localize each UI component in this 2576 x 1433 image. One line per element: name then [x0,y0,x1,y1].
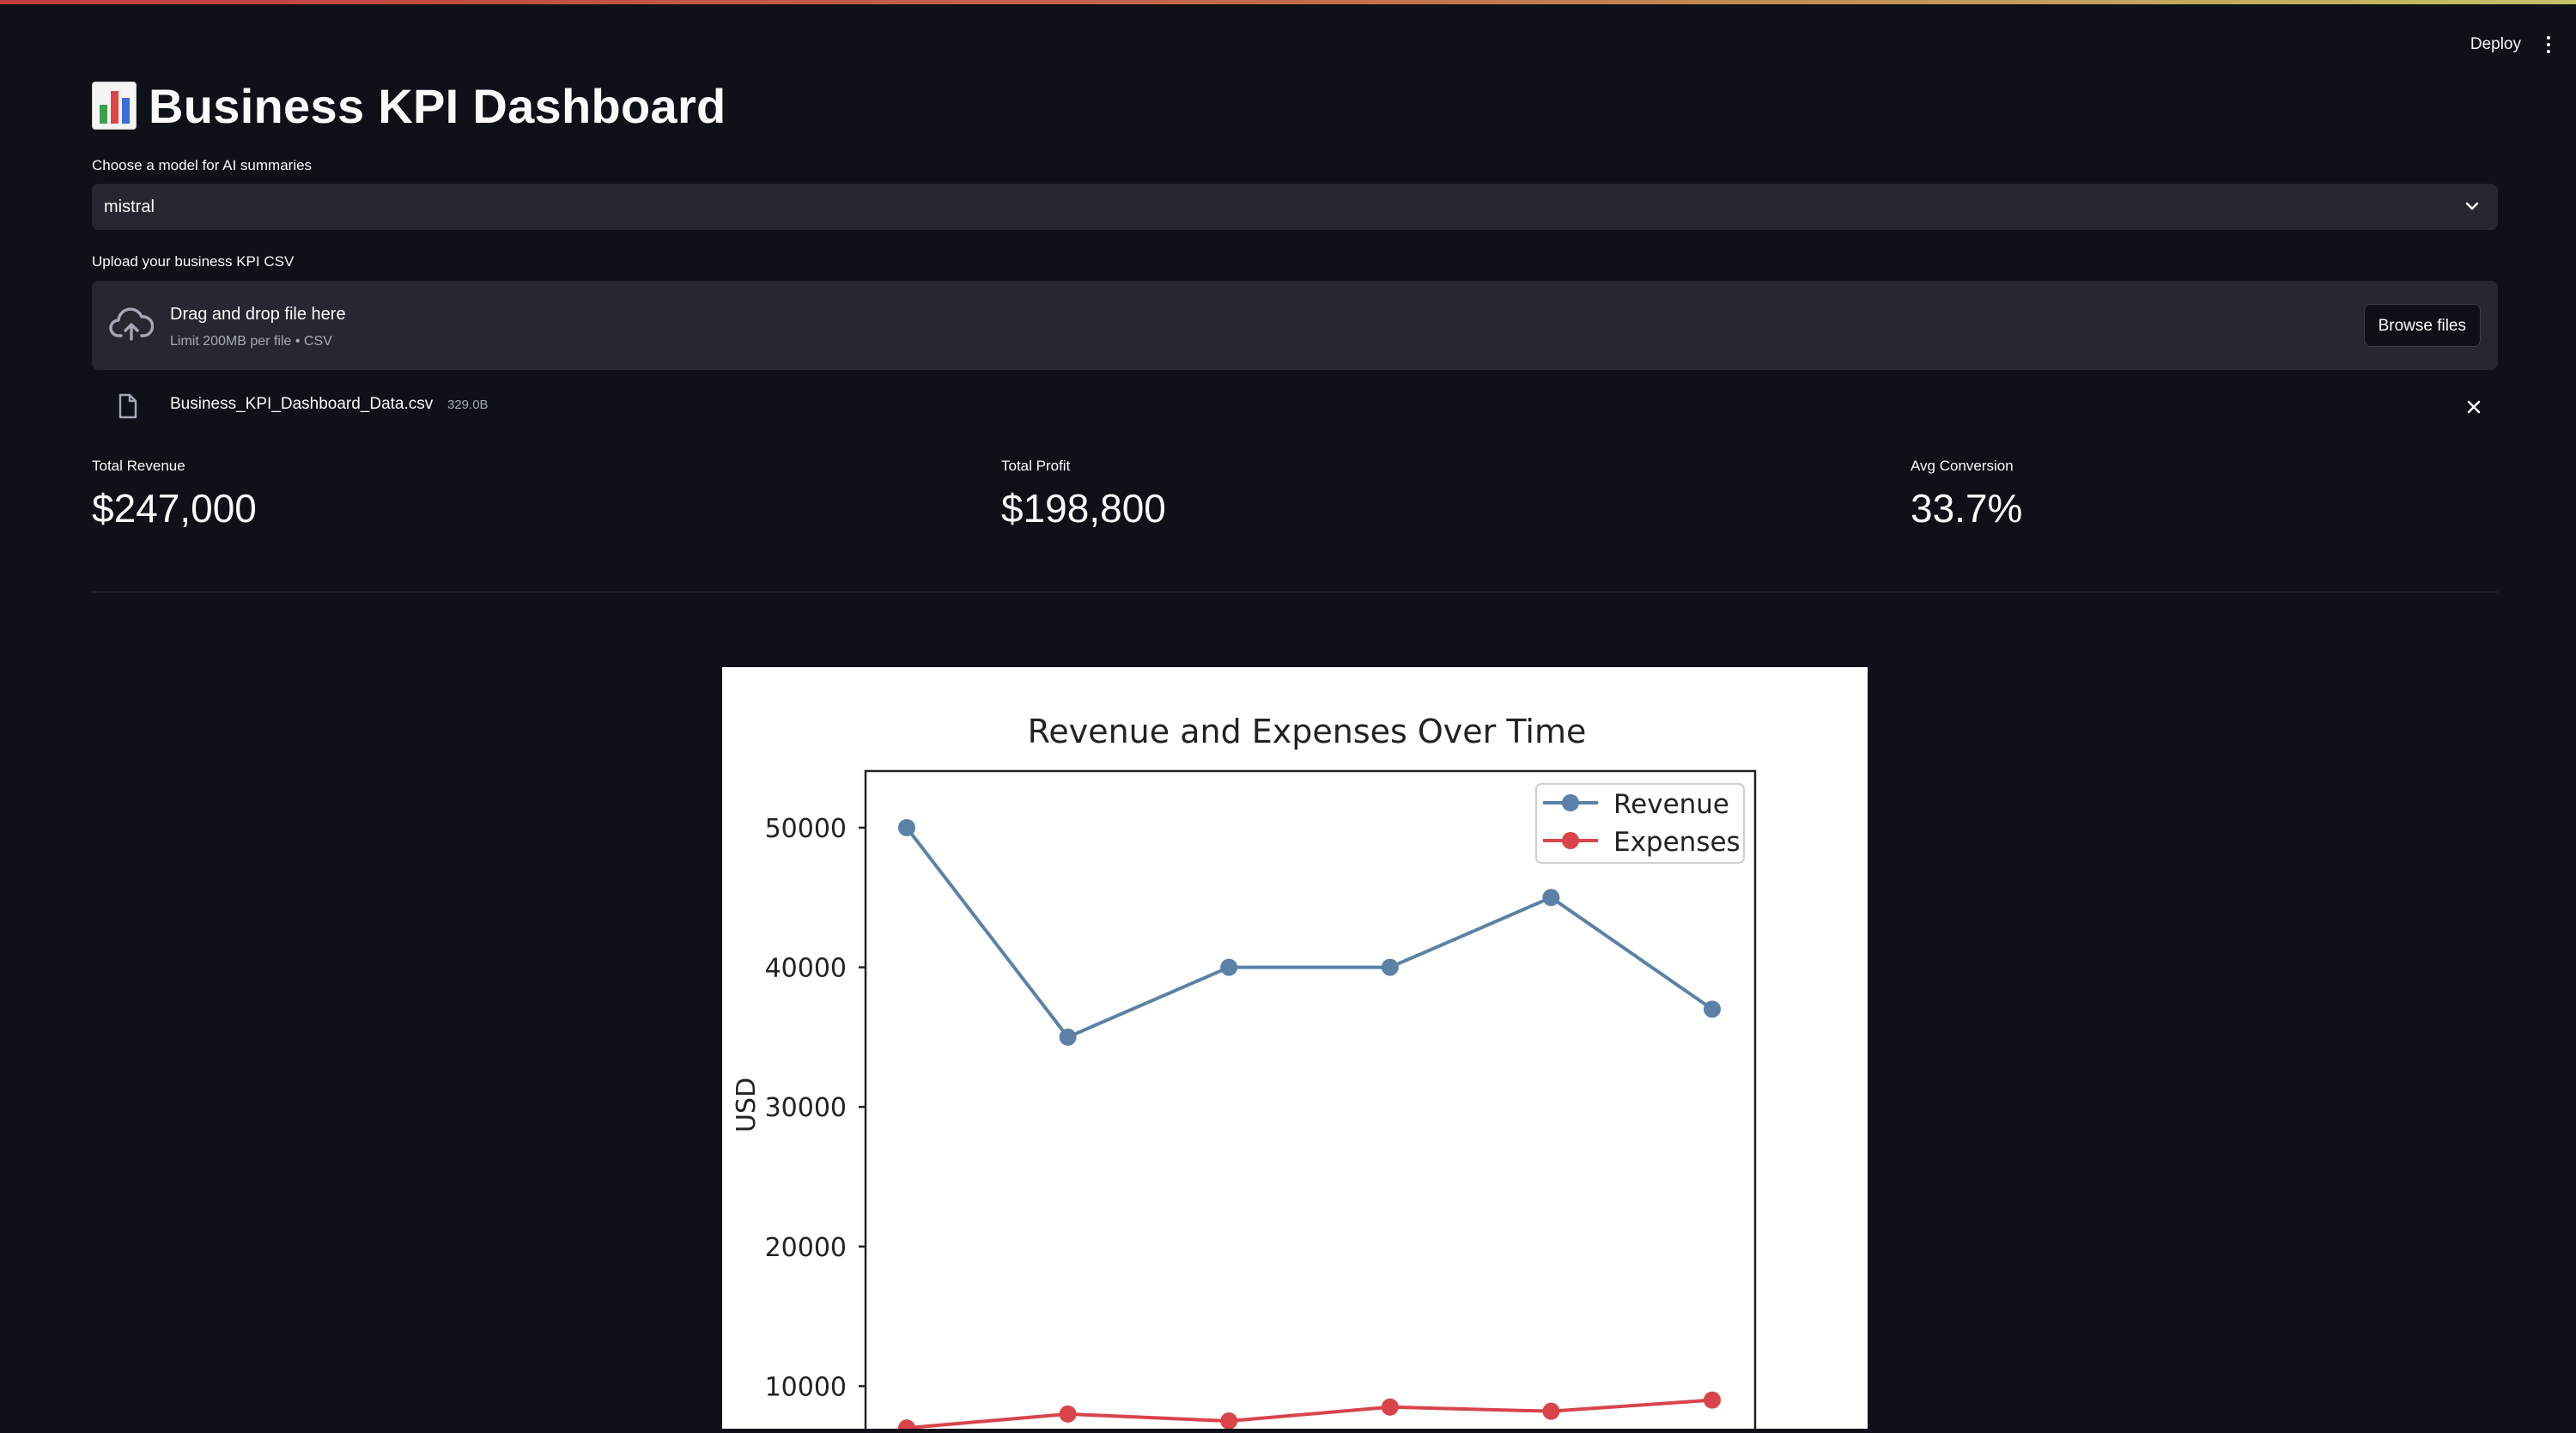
file-icon [118,393,137,419]
cloud-upload-icon [109,307,154,341]
y-tick-label: 30000 [765,1093,847,1123]
metric-label: Total Profit [1001,458,1071,474]
main-menu-icon[interactable] [2540,31,2557,58]
series-line-expenses [906,1398,1713,1430]
close-icon[interactable] [2465,398,2482,416]
data-point-revenue [1381,958,1399,976]
metric-total-revenue: Total Revenue $247,000 [92,458,257,531]
model-select-label: Choose a model for AI summaries [92,157,313,173]
data-point-revenue [1059,1028,1077,1046]
data-point-expenses [1220,1412,1238,1430]
legend-marker-revenue [1562,794,1579,811]
metric-value: $198,800 [1001,486,1166,531]
y-tick-label: 40000 [765,954,847,984]
chart-title: Revenue and Expenses Over Time [1028,713,1587,750]
file-name: Business_KPI_Dashboard_Data.csv [170,395,434,413]
uploader-label: Upload your business KPI CSV [92,253,295,270]
data-point-expenses [898,1419,915,1433]
model-select-value: mistral [104,197,155,216]
data-point-expenses [1542,1402,1560,1420]
metric-total-profit: Total Profit $198,800 [1001,458,1166,531]
chart-container: Revenue and Expenses Over Time USD 10000… [722,667,1868,1433]
metric-label: Avg Conversion [1911,458,2014,474]
metric-label: Total Revenue [92,458,185,474]
data-point-expenses [1381,1398,1399,1416]
legend-label-expenses: Expenses [1613,827,1741,858]
line-chart: Revenue and Expenses Over Time USD 10000… [732,713,1757,1433]
metric-value: $247,000 [92,486,257,531]
y-tick-label: 10000 [765,1372,847,1402]
legend: Revenue Expenses [1535,783,1745,864]
data-point-revenue [1704,1000,1721,1018]
data-point-expenses [1704,1391,1721,1409]
metric-value: 33.7% [1911,486,2023,531]
y-tick-label: 50000 [765,814,847,844]
data-point-revenue [1220,958,1238,976]
dropzone-title: Drag and drop file here [170,305,346,324]
file-size: 329.0B [447,398,489,412]
data-point-revenue [898,819,915,836]
deploy-button[interactable]: Deploy [2467,31,2524,58]
y-axis-label: USD [732,1078,762,1132]
model-select[interactable]: mistral [92,184,2498,230]
legend-marker-expenses [1562,832,1579,849]
dropzone-limit: Limit 200MB per file • CSV [170,334,332,349]
browse-files-button[interactable]: Browse files [2363,304,2481,347]
page-title-text: Business KPI Dashboard [149,78,726,133]
file-dropzone[interactable]: Drag and drop file here Limit 200MB per … [92,281,2498,370]
chevron-down-icon [2465,202,2479,210]
bar-chart-emoji-icon [92,82,137,130]
data-point-revenue [1542,889,1560,907]
plot-frame [864,769,1757,1433]
metric-avg-conversion: Avg Conversion 33.7% [1911,458,2022,531]
page-title: Business KPI Dashboard [92,74,726,137]
data-point-expenses [1059,1405,1077,1423]
header-decoration-bar [0,0,2576,4]
y-tick-label: 20000 [765,1233,847,1263]
uploaded-file-item: Business_KPI_Dashboard_Data.csv 329.0B [92,388,2498,426]
legend-label-revenue: Revenue [1613,789,1729,820]
